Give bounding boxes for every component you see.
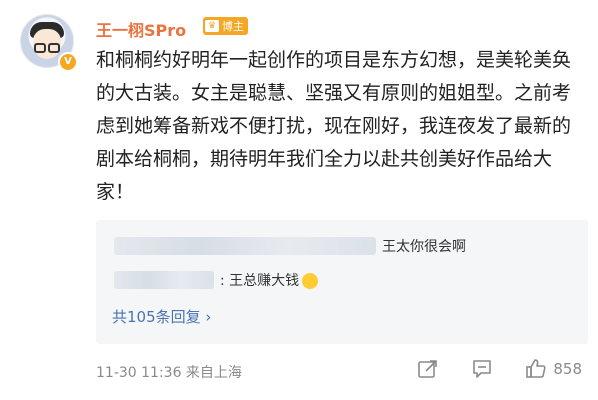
blurred-username (114, 271, 214, 289)
comment-item[interactable]: : 王总赚大钱 (114, 270, 319, 290)
comment-button[interactable] (471, 358, 493, 380)
like-count: 858 (553, 360, 582, 378)
avatar-glasses-right (48, 43, 60, 53)
post-timestamp: 11-30 11:36 来自上海 (96, 365, 242, 381)
blogger-badge-label: 博主 (222, 20, 244, 33)
post-text: 和桐桐约好明年一起创作的项目是东方幻想，是美轮美奂的大古装。女主是聪慧、坚强又有… (96, 49, 572, 203)
action-bar: 858 (385, 358, 582, 380)
comment-text: 王太你很会啊 (382, 239, 466, 255)
blurred-username (114, 237, 376, 255)
money-emoji-icon (302, 273, 319, 289)
thumbs-up-icon (526, 359, 546, 378)
share-icon (418, 360, 438, 378)
comment-preview-box[interactable]: 王太你很会啊 : 王总赚大钱 共105条回复 › (96, 220, 588, 344)
avatar-glasses-left (34, 43, 46, 53)
blogger-badge: ♛ 博主 (203, 17, 248, 35)
post-footer: 11-30 11:36 来自上海 858 (96, 358, 588, 384)
like-button[interactable]: 858 (525, 358, 582, 380)
author-name[interactable]: 王一栩SPro (96, 17, 186, 41)
share-button[interactable] (417, 358, 439, 380)
comment-item[interactable]: 王太你很会啊 (114, 236, 466, 256)
comment-icon (473, 360, 492, 378)
more-replies-link[interactable]: 共105条回复 › (112, 306, 211, 327)
crown-icon: ♛ (205, 20, 219, 32)
comment-text: : 王总赚大钱 (220, 273, 300, 289)
verified-v-icon: V (58, 52, 78, 72)
